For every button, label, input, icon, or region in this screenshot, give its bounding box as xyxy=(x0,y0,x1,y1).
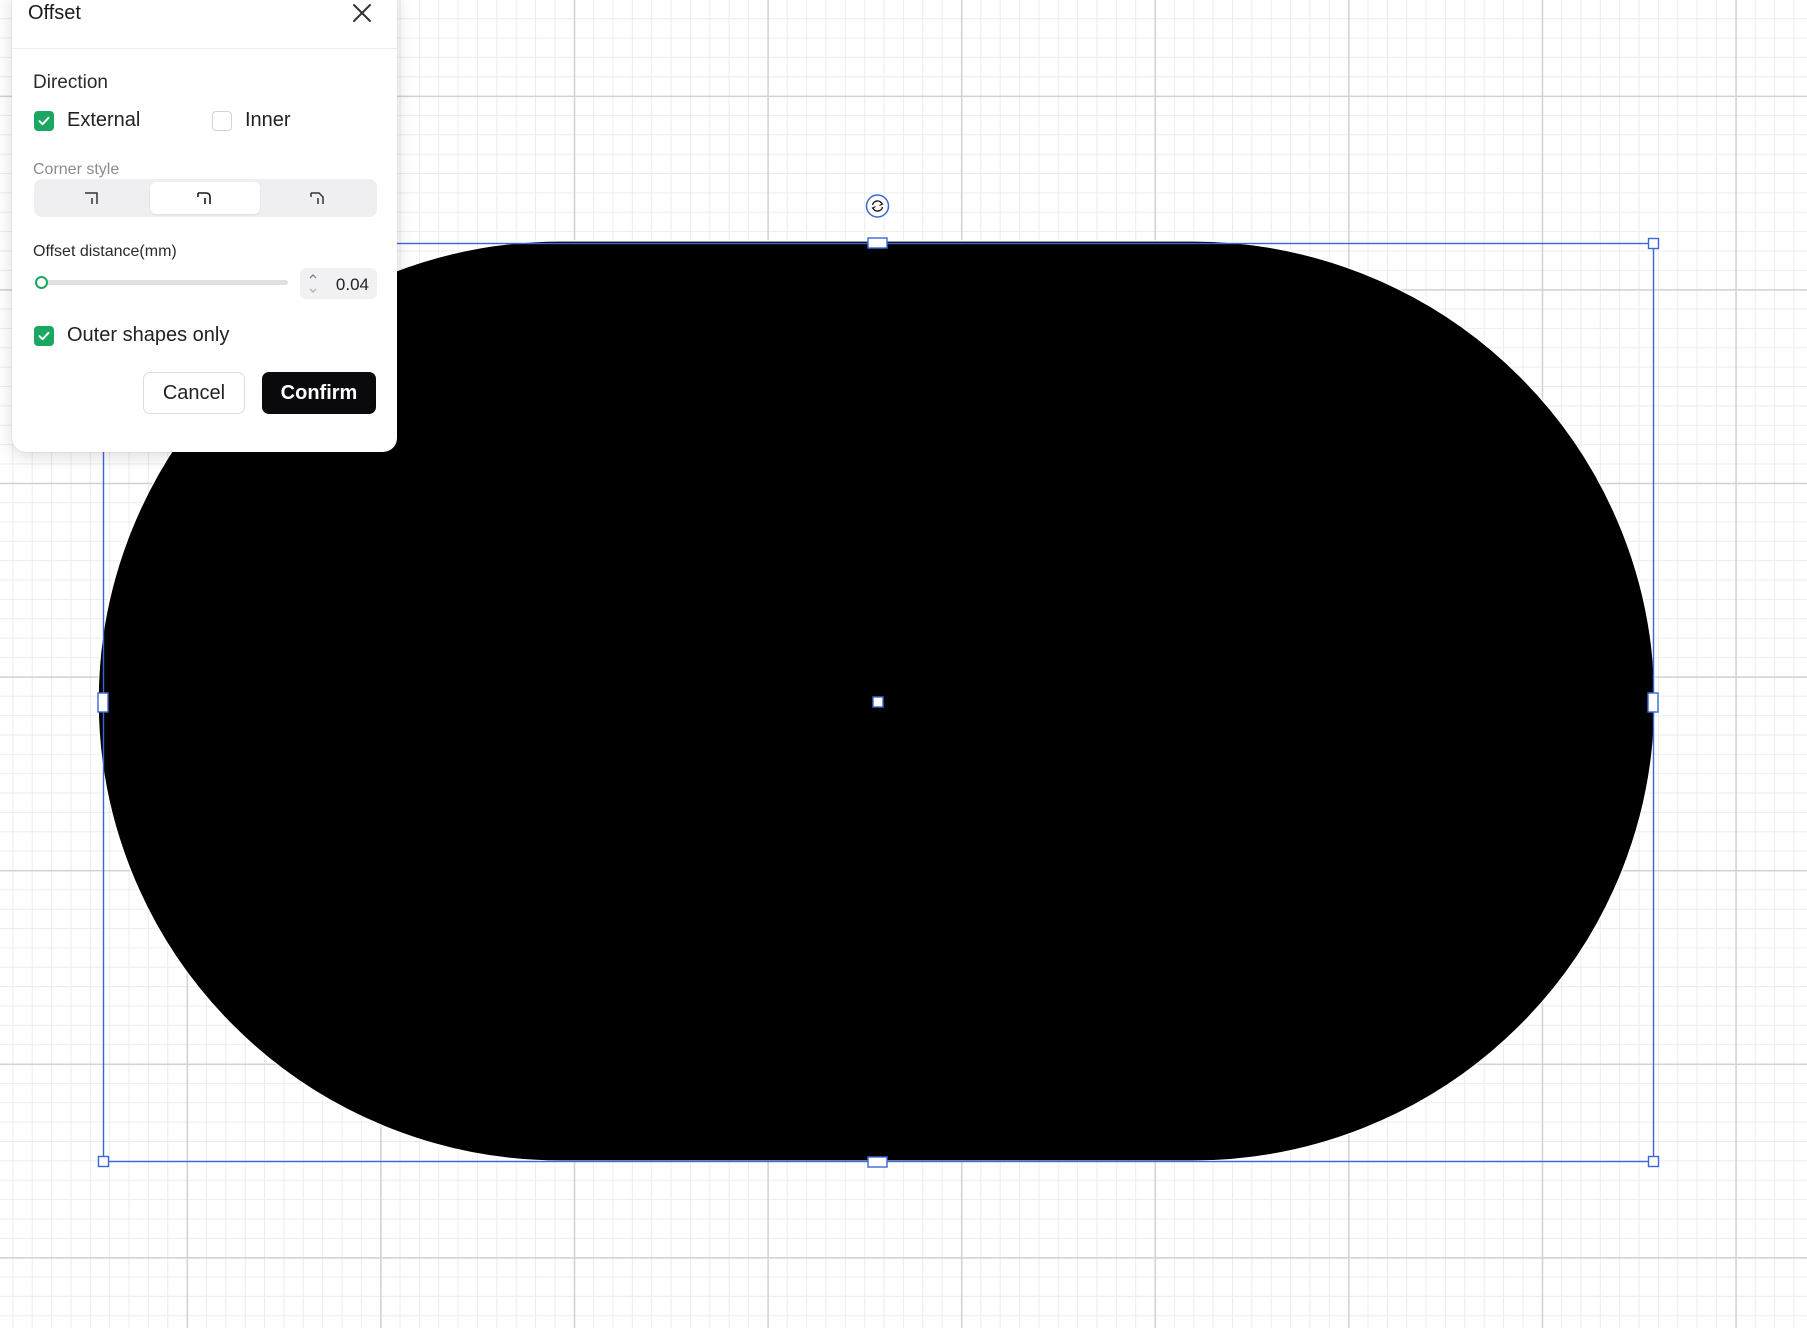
unchecked-box xyxy=(212,110,232,131)
corner-sharp-icon xyxy=(85,192,98,204)
rotate-icon[interactable] xyxy=(865,194,890,218)
offset-distance-value: 0.04 xyxy=(335,275,369,294)
inner-checkbox[interactable]: Inner xyxy=(212,109,291,132)
slider-thumb[interactable] xyxy=(35,276,49,289)
corner-round-icon xyxy=(197,192,211,204)
check-icon xyxy=(34,110,54,131)
handle-bottom-left[interactable] xyxy=(97,1155,110,1168)
outer-shapes-only-checkbox[interactable]: Outer shapes only xyxy=(34,324,229,347)
offset-distance-slider[interactable] xyxy=(35,276,288,289)
direction-label: Direction xyxy=(33,72,108,93)
corner-style-selector xyxy=(34,179,377,217)
corner-style-label: Corner style xyxy=(33,161,120,178)
check-icon xyxy=(34,325,54,346)
confirm-button[interactable]: Confirm xyxy=(262,372,376,414)
dialog-header: Offset xyxy=(12,0,397,49)
offset-distance-label: Offset distance(mm) xyxy=(33,243,177,260)
external-checkbox[interactable]: External xyxy=(34,109,140,132)
inner-label: Inner xyxy=(245,109,291,131)
handle-middle-left[interactable] xyxy=(97,692,109,713)
handle-top-right[interactable] xyxy=(1647,237,1660,250)
handle-top-center[interactable] xyxy=(867,237,888,249)
corner-sharp-button[interactable] xyxy=(37,182,147,214)
cancel-button[interactable]: Cancel xyxy=(143,372,245,414)
stepper-arrows-icon[interactable] xyxy=(308,271,318,296)
handle-bottom-center[interactable] xyxy=(867,1156,888,1168)
outer-shapes-only-label: Outer shapes only xyxy=(67,324,230,346)
external-label: External xyxy=(67,109,141,131)
handle-middle-right[interactable] xyxy=(1647,692,1659,713)
close-icon[interactable] xyxy=(349,0,375,26)
center-point[interactable] xyxy=(872,696,884,708)
handle-bottom-right[interactable] xyxy=(1647,1155,1660,1168)
offset-dialog: Offset Direction External Inner Corner s… xyxy=(12,0,397,452)
dialog-title: Offset xyxy=(28,2,81,24)
corner-bevel-button[interactable] xyxy=(263,182,373,214)
corner-round-button[interactable] xyxy=(150,182,260,214)
offset-distance-input[interactable]: 0.04 xyxy=(300,268,377,299)
corner-bevel-icon xyxy=(310,192,324,204)
